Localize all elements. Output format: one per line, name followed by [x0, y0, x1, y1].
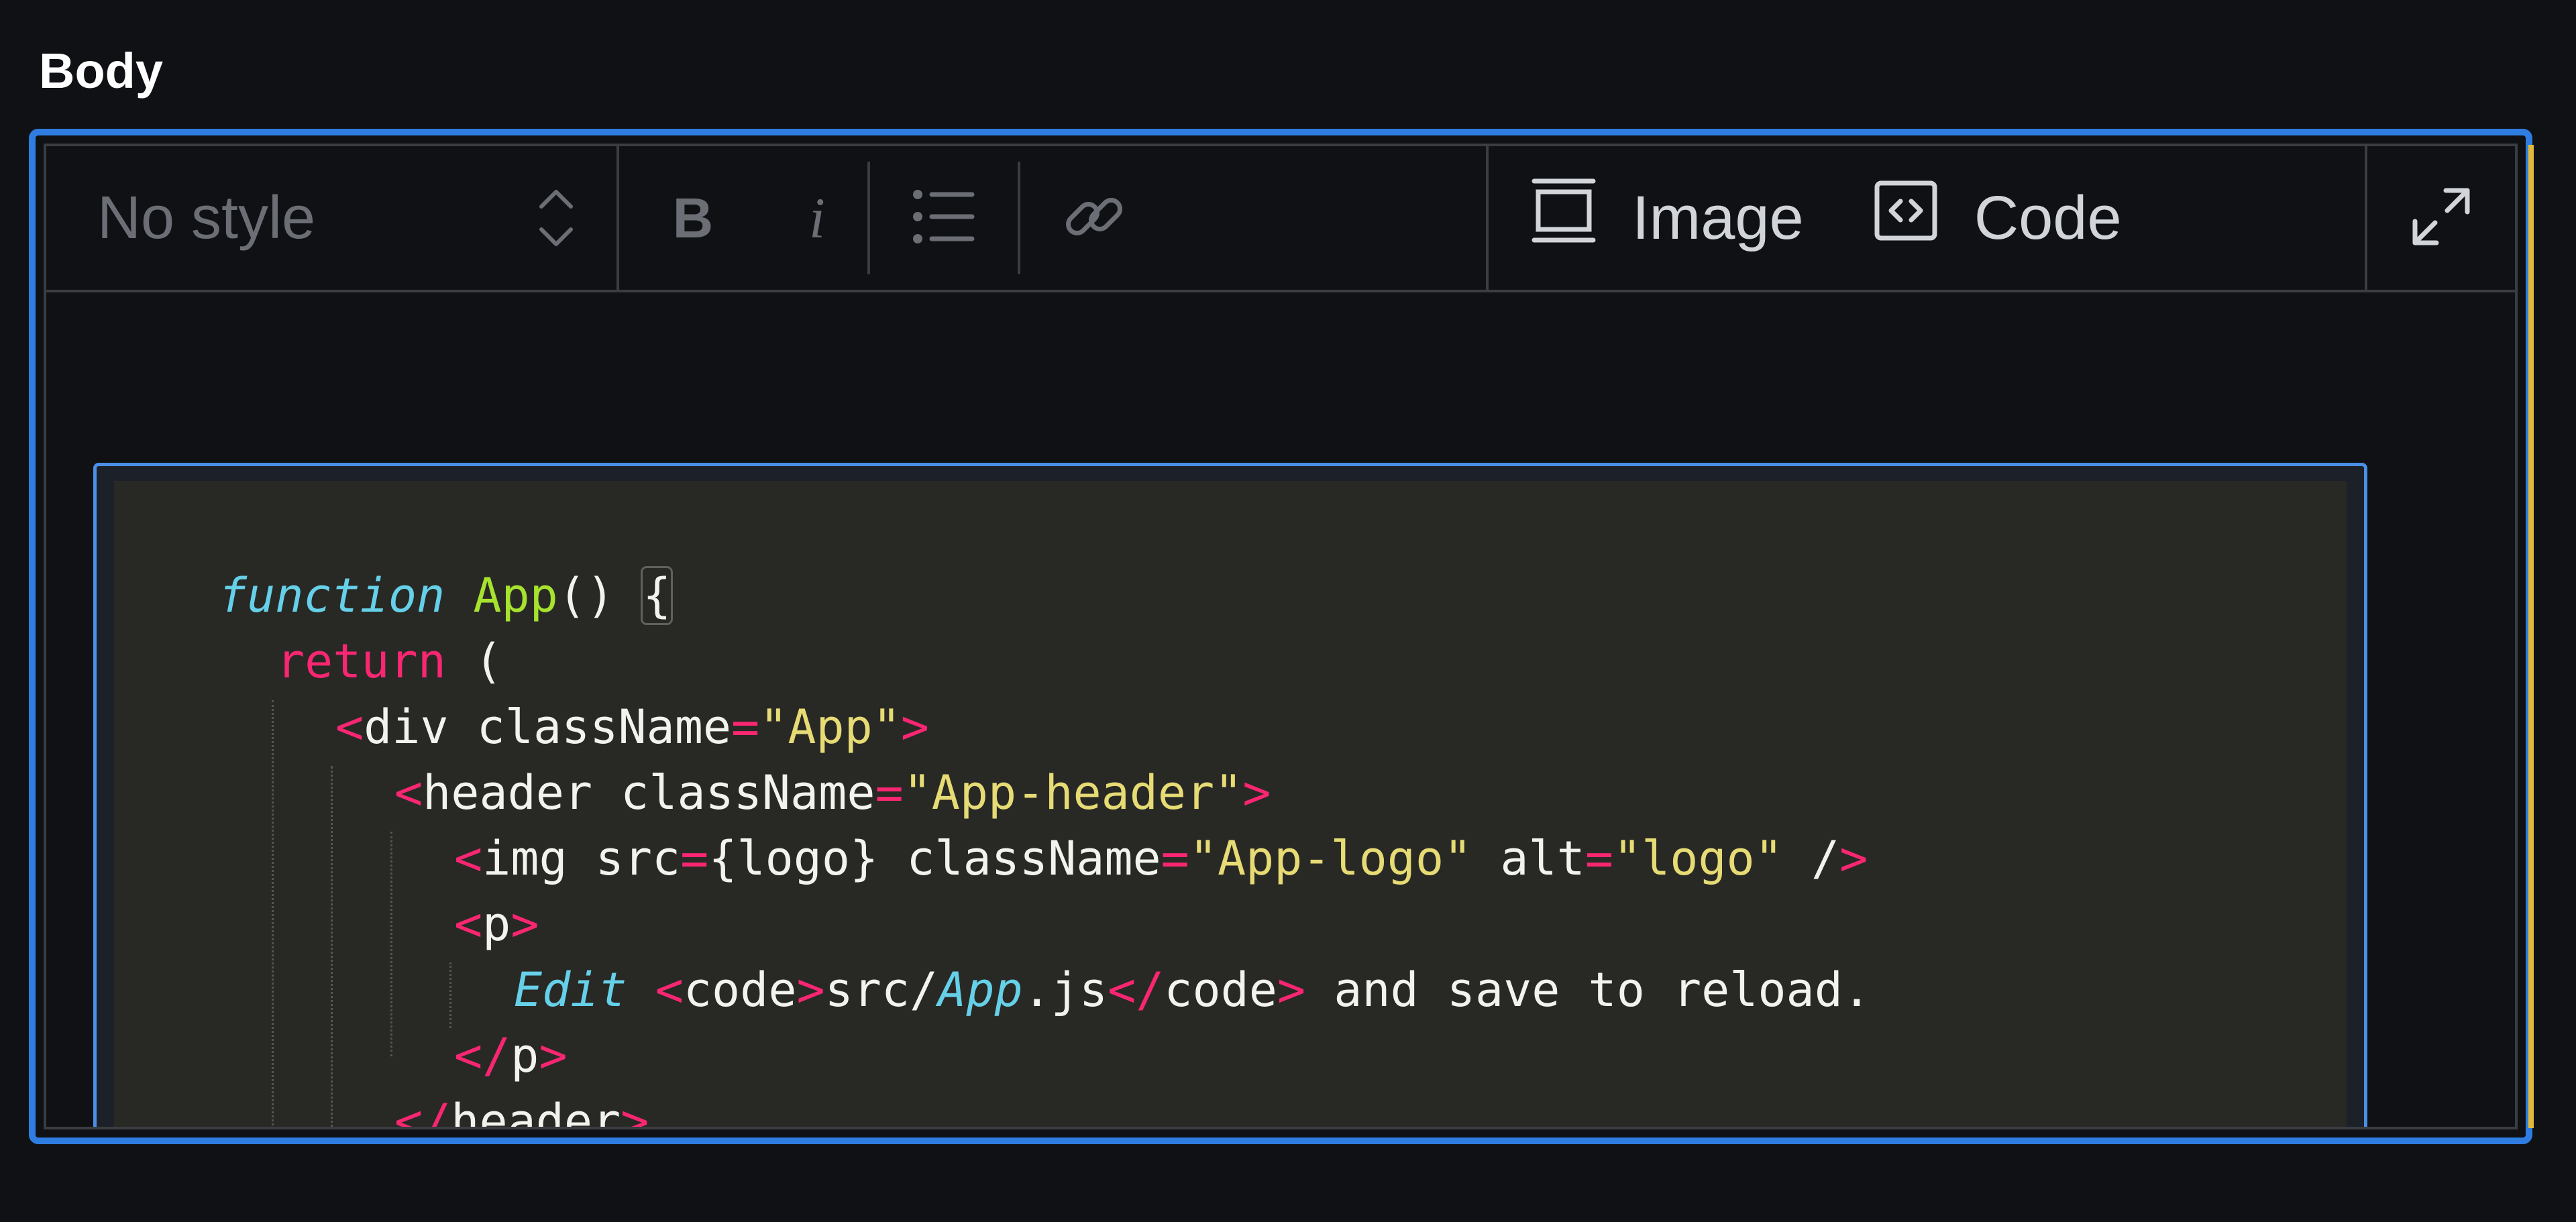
- accent-bar: [2528, 145, 2534, 1128]
- code-editor[interactable]: function App() { return ( <div className…: [114, 481, 2347, 1129]
- code-line: function App() {: [219, 566, 674, 625]
- rich-text-editor: No style B i Image Code function App() {…: [29, 129, 2534, 1144]
- editor-frame: No style B i Image Code function App() {…: [44, 144, 2518, 1129]
- link-icon: [1062, 184, 1126, 252]
- expand-icon: [2411, 186, 2471, 250]
- bold-button[interactable]: B: [619, 146, 767, 290]
- insert-code-label: Code: [1974, 183, 2122, 252]
- insert-group: Image Code: [1489, 146, 2165, 290]
- code-line: Edit <code>src/App.js</code> and save to…: [514, 962, 1871, 1017]
- indent-guide: [331, 766, 333, 1127]
- bulleted-list-icon: [912, 188, 976, 249]
- code-line: </p>: [454, 1028, 568, 1083]
- code-line: <div className="App">: [335, 700, 930, 755]
- image-icon: [1532, 177, 1596, 259]
- code-line: </header>: [394, 1094, 649, 1129]
- indent-guide: [390, 832, 392, 1056]
- indent-guide: [272, 700, 274, 1127]
- italic-button[interactable]: i: [767, 146, 867, 290]
- style-select[interactable]: No style: [46, 146, 616, 290]
- insert-image-label: Image: [1632, 183, 1804, 252]
- expand-button[interactable]: [2367, 186, 2515, 250]
- code-line: <img src={logo} className="App-logo" alt…: [454, 831, 1868, 886]
- insert-image-button[interactable]: Image: [1532, 177, 1847, 259]
- chevron-up-down-icon: [536, 181, 576, 255]
- field-label: Body: [39, 43, 163, 99]
- indent-guide: [449, 962, 451, 1028]
- bullet-list-button[interactable]: [870, 146, 1018, 290]
- editor-toolbar: No style B i Image Code: [46, 146, 2515, 292]
- style-select-value: No style: [97, 184, 316, 252]
- code-icon: [1874, 180, 1938, 256]
- link-button[interactable]: [1020, 146, 1168, 290]
- editor-content[interactable]: function App() { return ( <div className…: [46, 292, 2515, 1127]
- code-line: return (: [276, 634, 503, 689]
- insert-code-button[interactable]: Code: [1874, 180, 2165, 256]
- code-line: <p>: [454, 897, 539, 952]
- code-line: <header className="App-header">: [394, 765, 1271, 820]
- code-block[interactable]: function App() { return ( <div className…: [93, 463, 2367, 1129]
